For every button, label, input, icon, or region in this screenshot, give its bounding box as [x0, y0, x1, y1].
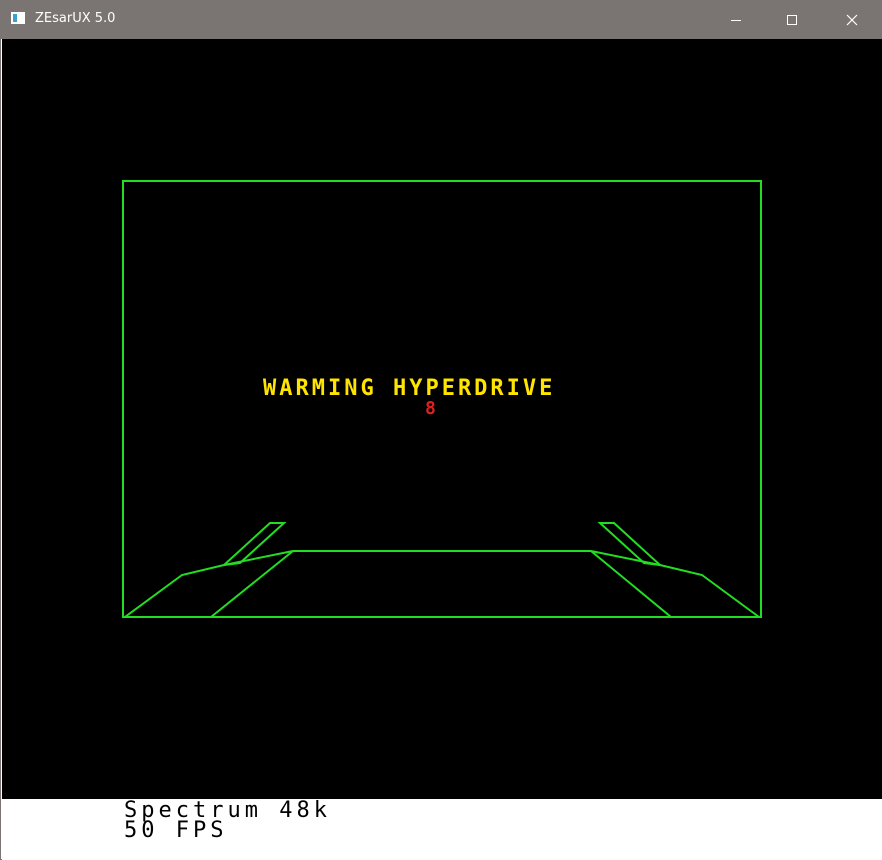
countdown-counter: 8: [425, 398, 436, 419]
maximize-button[interactable]: [769, 1, 815, 39]
emulator-window: ZEsarUX 5.0 WARMING HYPERDRIVE 8 Spectru…: [0, 0, 882, 860]
left-wall-outline: [124, 550, 294, 618]
maximize-icon: [787, 15, 797, 25]
app-window-icon: [11, 12, 25, 24]
window-title: ZEsarUX 5.0: [35, 11, 116, 26]
game-wireframe: [122, 180, 762, 618]
status-bar: Spectrum 48k 50 FPS: [2, 799, 882, 860]
fps-label: 50 FPS: [124, 818, 228, 843]
right-wall-outline: [590, 550, 760, 618]
title-bar[interactable]: ZEsarUX 5.0: [1, 1, 881, 39]
minimize-button[interactable]: [713, 1, 759, 39]
left-floor-line: [210, 550, 294, 618]
right-floor-line: [590, 550, 672, 618]
minimize-icon: [731, 20, 741, 21]
status-message: WARMING HYPERDRIVE: [263, 376, 556, 401]
close-icon: [846, 14, 858, 26]
emulator-screen[interactable]: [2, 39, 882, 799]
close-button[interactable]: [829, 1, 875, 39]
